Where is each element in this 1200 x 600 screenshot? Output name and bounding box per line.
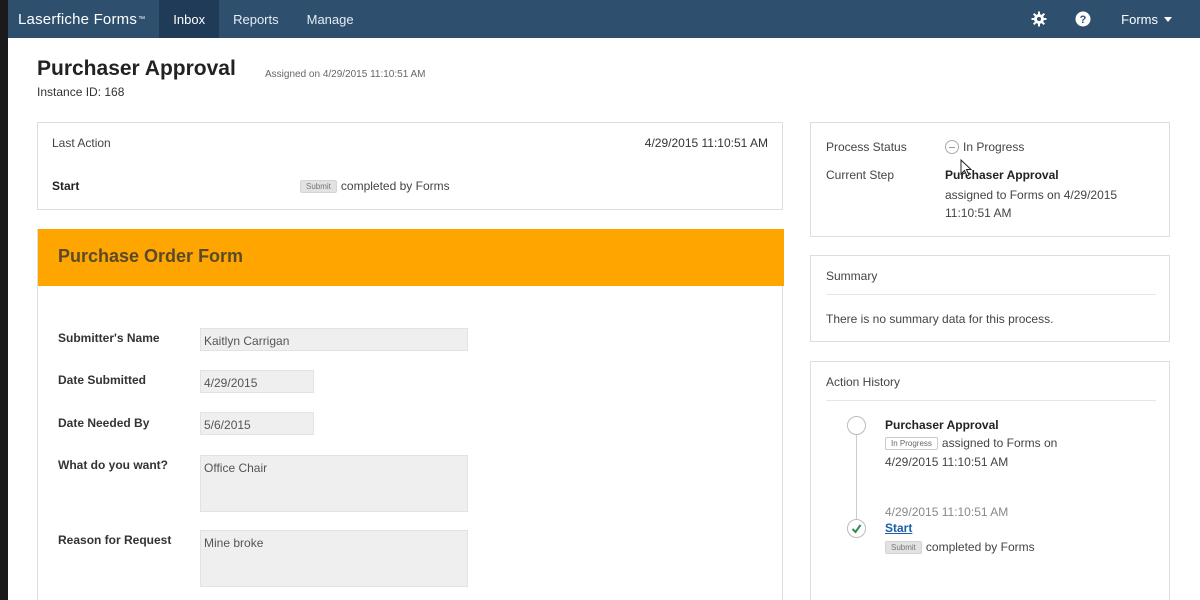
process-status-card: Process Status In Progress Current Step … — [810, 122, 1170, 237]
date-needed-field[interactable]: 5/6/2015 — [200, 412, 314, 435]
history-step-assigned-text: assigned to Forms on — [941, 436, 1058, 450]
history-start-result: Submit completed by Forms — [885, 540, 1035, 554]
trademark-symbol: ™ — [138, 15, 146, 23]
help-icon: ? — [1075, 11, 1091, 27]
gear-icon — [1031, 11, 1047, 27]
summary-title: Summary — [826, 269, 878, 283]
field-label-submitter-name: Submitter's Name — [58, 331, 160, 345]
last-action-date: 4/29/2015 11:10:51 AM — [644, 136, 768, 150]
help-button[interactable]: ? — [1061, 0, 1105, 38]
mouse-cursor-icon — [960, 159, 972, 177]
history-step-date: 4/29/2015 11:10:51 AM — [885, 455, 1009, 469]
current-step-assigned: assigned to Forms on 4/29/2015 11:10:51 … — [945, 188, 1118, 220]
last-action-result: Submit completed by Forms — [300, 179, 450, 193]
process-status-text: In Progress — [963, 140, 1025, 154]
last-action-step: Start — [52, 179, 80, 193]
history-start-date: 4/29/2015 11:10:51 AM — [885, 505, 1009, 519]
topbar-right-group: ? Forms — [1017, 0, 1200, 38]
last-action-title: Last Action — [52, 136, 111, 150]
summary-card: Summary There is no summary data for thi… — [810, 255, 1170, 342]
last-action-completed-text: completed by Forms — [340, 179, 450, 193]
brand-logo[interactable]: Laserfiche Forms ™ — [8, 0, 159, 38]
form-title: Purchase Order Form — [58, 246, 244, 266]
nav-tab-inbox[interactable]: Inbox — [159, 0, 220, 38]
field-label-date-needed: Date Needed By — [58, 416, 150, 430]
page-title: Purchaser Approval — [37, 57, 236, 80]
field-label-date-submitted: Date Submitted — [58, 373, 147, 387]
nav-tab-manage[interactable]: Manage — [293, 0, 368, 38]
summary-text: There is no summary data for this proces… — [826, 312, 1054, 326]
summary-divider — [826, 294, 1156, 295]
history-step-name: Purchaser Approval — [885, 418, 999, 432]
in-progress-badge: In Progress — [885, 436, 938, 450]
nav-tab-reports[interactable]: Reports — [219, 0, 293, 38]
top-nav-bar: Laserfiche Forms™ Inbox Reports Manage — [8, 0, 1200, 38]
last-action-card: Last Action 4/29/2015 11:10:51 AM Start … — [37, 122, 783, 210]
form-header: Purchase Order Form — [38, 229, 784, 286]
history-submit-badge: Submit — [885, 540, 922, 554]
timeline-pending-icon — [847, 416, 866, 435]
purchase-order-form: Purchase Order Form Submitter's Name Kai… — [37, 229, 784, 600]
action-history-title: Action History — [826, 375, 901, 389]
svg-text:?: ? — [1080, 14, 1087, 26]
user-menu-label: Forms — [1121, 11, 1158, 27]
brand-name: Laserfiche Forms — [18, 10, 138, 28]
process-status-value: In Progress — [945, 140, 1024, 154]
current-step-label: Current Step — [826, 168, 895, 182]
action-history-divider — [826, 400, 1156, 401]
timeline-complete-icon — [847, 519, 866, 538]
history-step-assignment: In Progress assigned to Forms on — [885, 436, 1057, 450]
timeline-line — [856, 434, 857, 526]
history-start-completed-text: completed by Forms — [925, 540, 1035, 554]
in-progress-icon — [945, 140, 959, 154]
check-icon — [851, 524, 862, 534]
process-status-label: Process Status — [826, 140, 907, 154]
submitter-name-field[interactable]: Kaitlyn Carrigan — [200, 328, 468, 351]
history-start-link[interactable]: Start — [885, 521, 912, 535]
date-submitted-field[interactable]: 4/29/2015 — [200, 370, 314, 393]
instance-id: Instance ID: 168 — [37, 85, 125, 99]
reason-for-request-field[interactable]: Mine broke — [200, 530, 468, 587]
action-history-card: Action History Purchaser Approval In Pro… — [810, 361, 1170, 600]
window-edge — [0, 0, 8, 600]
what-do-you-want-field[interactable]: Office Chair — [200, 455, 468, 512]
field-label-reason-for-request: Reason for Request — [58, 533, 172, 547]
settings-button[interactable] — [1017, 0, 1061, 38]
chevron-down-icon — [1164, 16, 1172, 22]
submit-badge: Submit — [300, 179, 337, 193]
field-label-what-do-you-want: What do you want? — [58, 458, 168, 472]
assigned-timestamp: Assigned on 4/29/2015 11:10:51 AM — [265, 69, 426, 80]
user-menu[interactable]: Forms — [1105, 0, 1200, 38]
